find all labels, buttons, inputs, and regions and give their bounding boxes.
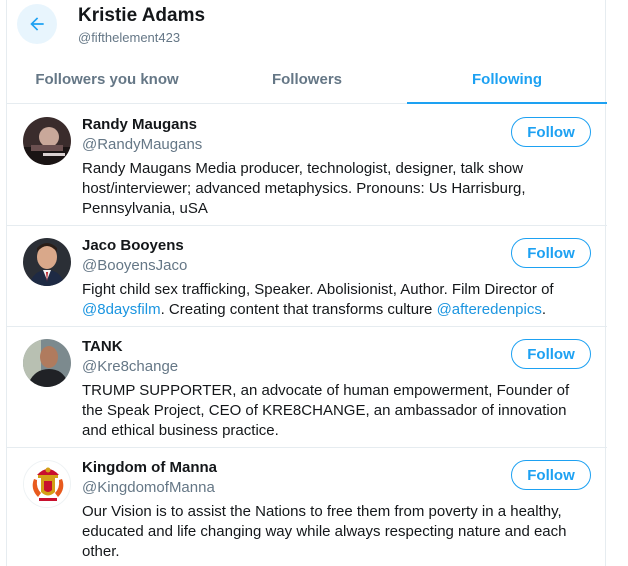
user-row[interactable]: Randy Maugans @RandyMaugans Randy Maugan… (7, 105, 607, 226)
mention-link[interactable]: @8daysfilm (82, 301, 161, 318)
tab-following[interactable]: Following (407, 56, 607, 104)
follow-button[interactable]: Follow (511, 339, 591, 369)
following-list-page: Kristie Adams @fifthelement423 Followers… (6, 0, 607, 566)
back-button[interactable] (17, 4, 57, 44)
user-name[interactable]: Kingdom of Manna (82, 459, 217, 476)
follow-button[interactable]: Follow (511, 460, 591, 490)
user-handle[interactable]: @BooyensJaco (82, 257, 187, 274)
user-bio: Fight child sex trafficking, Speaker. Ab… (82, 280, 582, 320)
bio-text: . Creating content that transforms cultu… (160, 301, 437, 318)
profile-header: Kristie Adams @fifthelement423 (7, 0, 607, 56)
tab-bar: Followers you know Followers Following (7, 56, 607, 104)
tab-followers-you-know[interactable]: Followers you know (7, 56, 207, 103)
follow-button[interactable]: Follow (511, 117, 591, 147)
user-row[interactable]: Jaco Booyens @BooyensJaco Fight child se… (7, 226, 607, 327)
user-name[interactable]: Jaco Booyens (82, 237, 184, 254)
user-bio: Randy Maugans Media producer, technologi… (82, 160, 526, 217)
avatar[interactable] (23, 339, 71, 387)
bio-text: Fight child sex trafficking, Speaker. Ab… (82, 281, 554, 298)
user-row[interactable]: TANK @Kre8change TRUMP SUPPORTER, an adv… (7, 327, 607, 448)
mention-link[interactable]: @afteredenpics (437, 301, 542, 318)
arrow-left-icon (30, 17, 44, 31)
user-bio: Our Vision is to assist the Nations to f… (82, 503, 567, 560)
user-name[interactable]: Randy Maugans (82, 116, 197, 133)
bio-text: . (541, 301, 547, 318)
user-handle[interactable]: @KingdomofManna (82, 479, 215, 496)
user-row[interactable]: Kingdom of Manna @KingdomofManna Our Vis… (7, 448, 607, 566)
profile-handle: @fifthelement423 (78, 30, 181, 45)
avatar[interactable] (23, 460, 71, 508)
user-bio: TRUMP SUPPORTER, an advocate of human em… (82, 382, 570, 439)
profile-name: Kristie Adams (78, 5, 206, 26)
tab-followers[interactable]: Followers (207, 56, 407, 103)
user-name[interactable]: TANK (82, 338, 123, 355)
user-handle[interactable]: @Kre8change (82, 358, 178, 375)
avatar[interactable] (23, 238, 71, 286)
user-handle[interactable]: @RandyMaugans (82, 136, 202, 153)
follow-button[interactable]: Follow (511, 238, 591, 268)
avatar[interactable] (23, 117, 71, 165)
